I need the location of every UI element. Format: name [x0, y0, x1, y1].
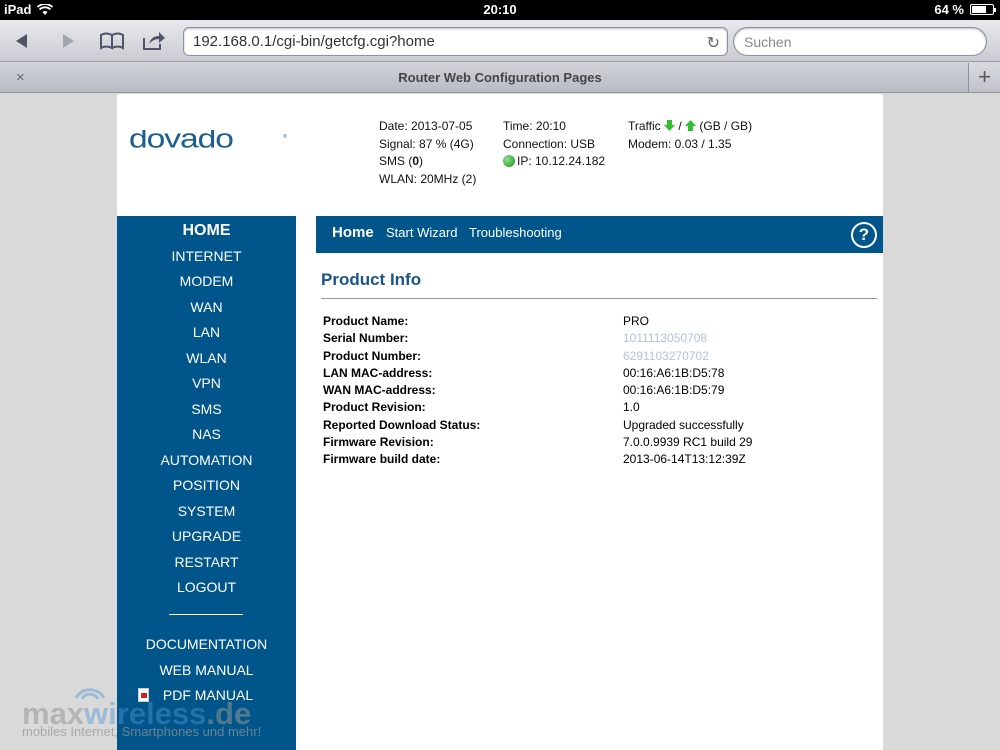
info-row-product-name: Product Name: PRO [323, 314, 650, 328]
tab-troubleshooting[interactable]: Troubleshooting [469, 225, 562, 240]
status-ip: IP: 10.12.24.182 [503, 153, 605, 171]
battery-icon [970, 4, 996, 15]
main-content: Product Info [321, 270, 877, 299]
search-placeholder: Suchen [744, 34, 792, 50]
sidebar-nav: HOME INTERNET MODEM WAN LAN WLAN VPN SMS… [117, 218, 296, 601]
sidebar-item-sms[interactable]: SMS [117, 397, 296, 423]
info-row-product-number: Product Number: 6291103270702 [323, 348, 709, 363]
share-icon[interactable] [140, 28, 168, 54]
info-row-wan-mac: WAN MAC-address: 00:16:A6:1B:D5:79 [323, 383, 725, 398]
sidebar-item-upgrade[interactable]: UPGRADE [117, 524, 296, 550]
sidebar-item-restart[interactable]: RESTART [117, 550, 296, 576]
reload-icon[interactable]: ↻ [707, 33, 720, 53]
status-sms: SMS (0) [379, 154, 424, 168]
sidebar-item-vpn[interactable]: VPN [117, 371, 296, 397]
router-header: dovado ® Date: 2013-07-05 Signal: 87 % (… [117, 94, 883, 216]
info-row-firmware-build-date: Firmware build date: 2013-06-14T13:12:39Z [323, 452, 746, 467]
address-bar[interactable]: 192.168.0.1/cgi-bin/getcfg.cgi?home ↻ [183, 27, 728, 56]
battery-percent: 64 % [934, 2, 964, 17]
sidebar-item-automation[interactable]: AUTOMATION [117, 448, 296, 474]
back-icon[interactable] [8, 28, 36, 54]
sidebar-item-logout[interactable]: LOGOUT [117, 575, 296, 601]
add-tab-icon[interactable]: + [968, 63, 1000, 92]
url-text: 192.168.0.1/cgi-bin/getcfg.cgi?home [193, 33, 435, 50]
tab-bar: × Router Web Configuration Pages + [0, 63, 1000, 93]
sidebar-item-nas[interactable]: NAS [117, 422, 296, 448]
status-date: Date: 2013-07-05 [379, 119, 473, 133]
status-col-1: Date: 2013-07-05 Signal: 87 % (4G) SMS (… [379, 118, 476, 188]
web-page: dovado ® Date: 2013-07-05 Signal: 87 % (… [117, 94, 883, 750]
info-row-firmware-revision: Firmware Revision: 7.0.0.9939 RC1 build 2… [323, 435, 753, 450]
status-col-3: Traffic / (GB / GB) Modem: 0.03 / 1.35 [628, 118, 752, 153]
status-time: Time: 20:10 [503, 119, 566, 133]
tab-title[interactable]: Router Web Configuration Pages [0, 70, 1000, 85]
info-row-download-status: Reported Download Status: Upgraded succes… [323, 417, 744, 432]
dovado-logo: dovado ® [129, 130, 287, 154]
status-modem: Modem: 0.03 / 1.35 [628, 136, 732, 151]
ip-status-icon [503, 155, 515, 167]
watermark-tagline: mobiles Internet, Smartphones und mehr! [22, 724, 262, 739]
documentation-link[interactable]: DOCUMENTATION [117, 632, 296, 658]
page-title: Product Info [321, 270, 877, 299]
info-row-lan-mac: LAN MAC-address: 00:16:A6:1B:D5:78 [323, 365, 725, 380]
status-col-2: Time: 20:10 Connection: USB IP: 10.12.24… [503, 118, 605, 171]
svg-text:dovado: dovado [129, 130, 233, 154]
top-nav: Home Start Wizard Troubleshooting ? [316, 216, 883, 253]
status-wlan: WLAN: 20MHz (2) [379, 171, 477, 186]
svg-text:®: ® [283, 133, 287, 140]
ios-status-bar: iPad 20:10 64 % [0, 0, 1000, 20]
sidebar: HOME INTERNET MODEM WAN LAN WLAN VPN SMS… [117, 216, 296, 750]
sidebar-item-modem[interactable]: MODEM [117, 269, 296, 295]
status-connection: Connection: USB [503, 136, 596, 151]
status-signal: Signal: 87 % (4G) [379, 136, 474, 151]
browser-toolbar: 192.168.0.1/cgi-bin/getcfg.cgi?home ↻ Su… [0, 20, 1000, 62]
search-input[interactable]: Suchen [733, 27, 987, 56]
status-traffic: Traffic / (GB / GB) [628, 119, 753, 133]
watermark: maxwireless.de mobiles Internet, Smartph… [22, 682, 322, 742]
sidebar-item-wan[interactable]: WAN [117, 295, 296, 321]
bookmarks-icon[interactable] [97, 28, 127, 54]
tab-home[interactable]: Home [332, 224, 374, 241]
sidebar-item-internet[interactable]: INTERNET [117, 244, 296, 270]
sidebar-item-system[interactable]: SYSTEM [117, 499, 296, 525]
info-row-product-revision: Product Revision: 1.0 [323, 400, 640, 415]
clock: 20:10 [483, 2, 517, 17]
sidebar-item-position[interactable]: POSITION [117, 473, 296, 499]
forward-icon[interactable] [54, 28, 82, 54]
sidebar-item-lan[interactable]: LAN [117, 320, 296, 346]
product-info-table: Product Name: PRO Serial Number: 101111305… [323, 314, 863, 470]
help-icon[interactable]: ? [851, 222, 877, 248]
info-row-serial-number: Serial Number: 1011113050708 [323, 331, 708, 346]
web-manual-link[interactable]: WEB MANUAL [117, 658, 296, 684]
sidebar-item-wlan[interactable]: WLAN [117, 346, 296, 372]
sidebar-item-home[interactable]: HOME [117, 218, 296, 244]
sidebar-divider [169, 614, 243, 615]
download-arrow-icon [664, 120, 676, 131]
upload-arrow-icon [685, 120, 697, 131]
tab-start-wizard[interactable]: Start Wizard [386, 225, 458, 240]
